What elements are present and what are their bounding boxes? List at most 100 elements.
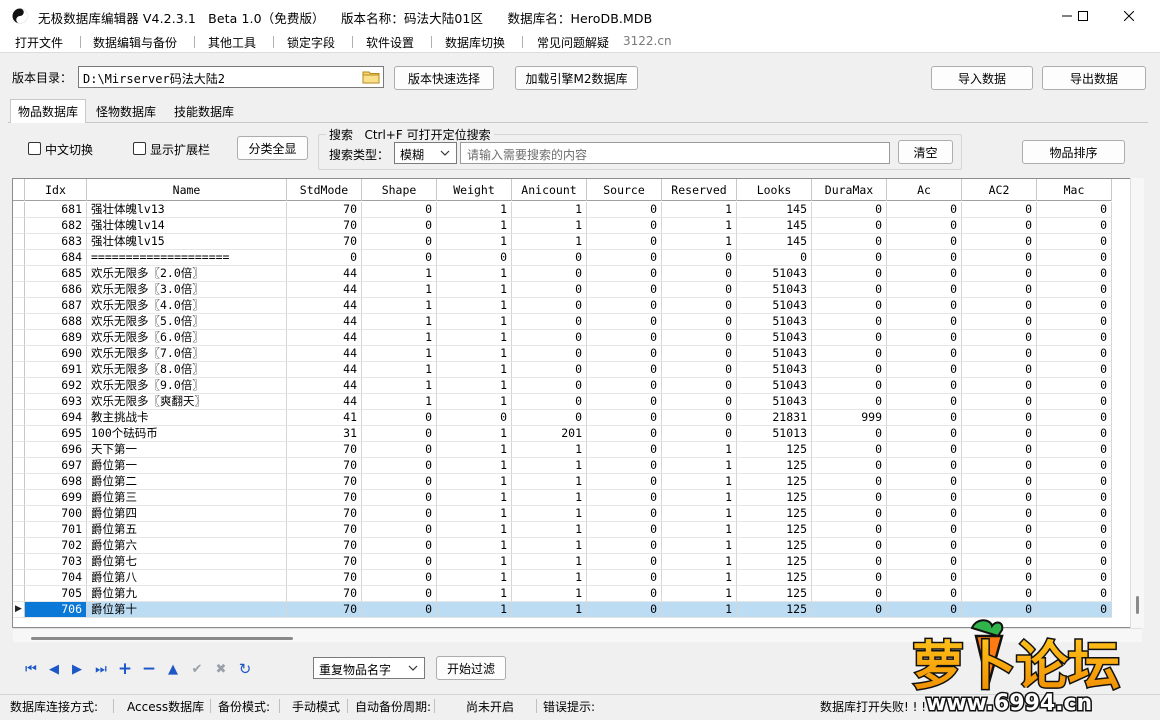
cell-shape[interactable]: 0 [362, 410, 437, 426]
cell-idx[interactable]: 703 [25, 554, 87, 570]
cell-shape[interactable]: 0 [362, 218, 437, 234]
cell-shape[interactable]: 0 [362, 442, 437, 458]
cell-anicount[interactable]: 201 [512, 426, 587, 442]
cell-ac2[interactable]: 0 [962, 346, 1037, 362]
cell-reserved[interactable]: 1 [662, 522, 737, 538]
cell-name[interactable]: 爵位第六 [87, 538, 287, 554]
row-gutter[interactable] [13, 362, 25, 378]
cell-duramax[interactable]: 0 [812, 282, 887, 298]
cell-reserved[interactable]: 1 [662, 442, 737, 458]
cell-source[interactable]: 0 [587, 314, 662, 330]
cell-idx[interactable]: 692 [25, 378, 87, 394]
cell-weight[interactable]: 1 [437, 570, 512, 586]
cell-reserved[interactable]: 0 [662, 266, 737, 282]
maximize-button[interactable] [1060, 0, 1106, 32]
cell-stdmode[interactable]: 70 [287, 458, 362, 474]
cell-name[interactable]: 爵位第一 [87, 458, 287, 474]
cell-stdmode[interactable]: 44 [287, 346, 362, 362]
last-icon[interactable]: ⏭ [92, 660, 110, 678]
cell-stdmode[interactable]: 70 [287, 602, 362, 618]
cell-name[interactable]: ==================== [87, 250, 287, 266]
cell-looks[interactable]: 125 [737, 602, 812, 618]
cell-source[interactable]: 0 [587, 282, 662, 298]
cell-shape[interactable]: 0 [362, 522, 437, 538]
cell-reserved[interactable]: 0 [662, 346, 737, 362]
insert-icon[interactable]: + [116, 659, 134, 679]
first-icon[interactable]: ⏮ [22, 660, 40, 678]
show-ext-checkbox[interactable] [133, 142, 146, 155]
cell-weight[interactable]: 1 [437, 378, 512, 394]
menu-lock-fields[interactable]: 锁定字段 [287, 34, 335, 51]
menu-site-link[interactable]: 3122.cn [623, 34, 672, 48]
cell-reserved[interactable]: 1 [662, 490, 737, 506]
cell-name[interactable]: 爵位第二 [87, 474, 287, 490]
post-icon[interactable]: ✔ [188, 660, 206, 678]
cell-idx[interactable]: 704 [25, 570, 87, 586]
cell-idx[interactable]: 699 [25, 490, 87, 506]
cell-ac2[interactable]: 0 [962, 298, 1037, 314]
cell-ac[interactable]: 0 [887, 218, 962, 234]
cell-stdmode[interactable]: 31 [287, 426, 362, 442]
cell-ac[interactable]: 0 [887, 458, 962, 474]
cell-looks[interactable]: 145 [737, 218, 812, 234]
search-input[interactable]: 请输入需要搜索的内容 [460, 142, 890, 164]
cell-anicount[interactable]: 0 [512, 298, 587, 314]
cell-looks[interactable]: 145 [737, 234, 812, 250]
cell-ac[interactable]: 0 [887, 378, 962, 394]
menu-faq[interactable]: 常见问题解疑 [537, 34, 609, 51]
cell-duramax[interactable]: 0 [812, 458, 887, 474]
cell-mac[interactable]: 0 [1037, 554, 1112, 570]
cell-ac[interactable]: 0 [887, 554, 962, 570]
cell-weight[interactable]: 1 [437, 458, 512, 474]
cell-mac[interactable]: 0 [1037, 250, 1112, 266]
cell-weight[interactable]: 1 [437, 202, 512, 218]
cell-ac[interactable]: 0 [887, 298, 962, 314]
cell-stdmode[interactable]: 70 [287, 442, 362, 458]
cell-stdmode[interactable]: 44 [287, 330, 362, 346]
cell-anicount[interactable]: 1 [512, 602, 587, 618]
column-header-anicount[interactable]: Anicount [512, 179, 587, 201]
cell-anicount[interactable]: 1 [512, 490, 587, 506]
cell-ac[interactable]: 0 [887, 426, 962, 442]
start-filter-button[interactable]: 开始过滤 [436, 656, 506, 680]
cell-shape[interactable]: 0 [362, 538, 437, 554]
cell-reserved[interactable]: 1 [662, 570, 737, 586]
cell-name[interactable]: 强壮体魄lv13 [87, 202, 287, 218]
cell-duramax[interactable]: 0 [812, 266, 887, 282]
cell-ac[interactable]: 0 [887, 202, 962, 218]
cell-ac2[interactable]: 0 [962, 314, 1037, 330]
cell-ac2[interactable]: 0 [962, 586, 1037, 602]
cell-source[interactable]: 0 [587, 554, 662, 570]
cell-ac2[interactable]: 0 [962, 490, 1037, 506]
cell-ac[interactable]: 0 [887, 282, 962, 298]
cell-reserved[interactable]: 0 [662, 298, 737, 314]
cell-reserved[interactable]: 0 [662, 250, 737, 266]
cell-stdmode[interactable]: 44 [287, 266, 362, 282]
table-row[interactable]: 686 欢乐无限多〖3.0倍〗 44 1 1 0 0 0 51043 0 0 0 0 [13, 282, 1112, 298]
cell-source[interactable]: 0 [587, 442, 662, 458]
cell-idx[interactable]: 686 [25, 282, 87, 298]
cell-ac2[interactable]: 0 [962, 282, 1037, 298]
cell-looks[interactable]: 125 [737, 570, 812, 586]
cell-idx[interactable]: 690 [25, 346, 87, 362]
cell-shape[interactable]: 1 [362, 362, 437, 378]
cell-shape[interactable]: 0 [362, 586, 437, 602]
table-row[interactable]: 685 欢乐无限多〖2.0倍〗 44 1 1 0 0 0 51043 0 0 0 0 [13, 266, 1112, 282]
column-header-ac[interactable]: Ac [887, 179, 962, 201]
import-data-button[interactable]: 导入数据 [931, 66, 1033, 90]
cell-shape[interactable]: 0 [362, 458, 437, 474]
tab-skill-db[interactable]: 技能数据库 [166, 100, 242, 122]
cell-stdmode[interactable]: 44 [287, 394, 362, 410]
cell-stdmode[interactable]: 44 [287, 378, 362, 394]
cell-idx[interactable]: 694 [25, 410, 87, 426]
cell-ac2[interactable]: 0 [962, 570, 1037, 586]
cell-source[interactable]: 0 [587, 362, 662, 378]
cell-mac[interactable]: 0 [1037, 282, 1112, 298]
cell-mac[interactable]: 0 [1037, 458, 1112, 474]
cell-name[interactable]: 爵位第五 [87, 522, 287, 538]
table-row[interactable]: 681 强壮体魄lv13 70 0 1 1 0 1 145 0 0 0 0 [13, 202, 1112, 218]
cell-mac[interactable]: 0 [1037, 266, 1112, 282]
cell-ac2[interactable]: 0 [962, 538, 1037, 554]
table-row[interactable]: 688 欢乐无限多〖5.0倍〗 44 1 1 0 0 0 51043 0 0 0 0 [13, 314, 1112, 330]
cell-shape[interactable]: 0 [362, 202, 437, 218]
